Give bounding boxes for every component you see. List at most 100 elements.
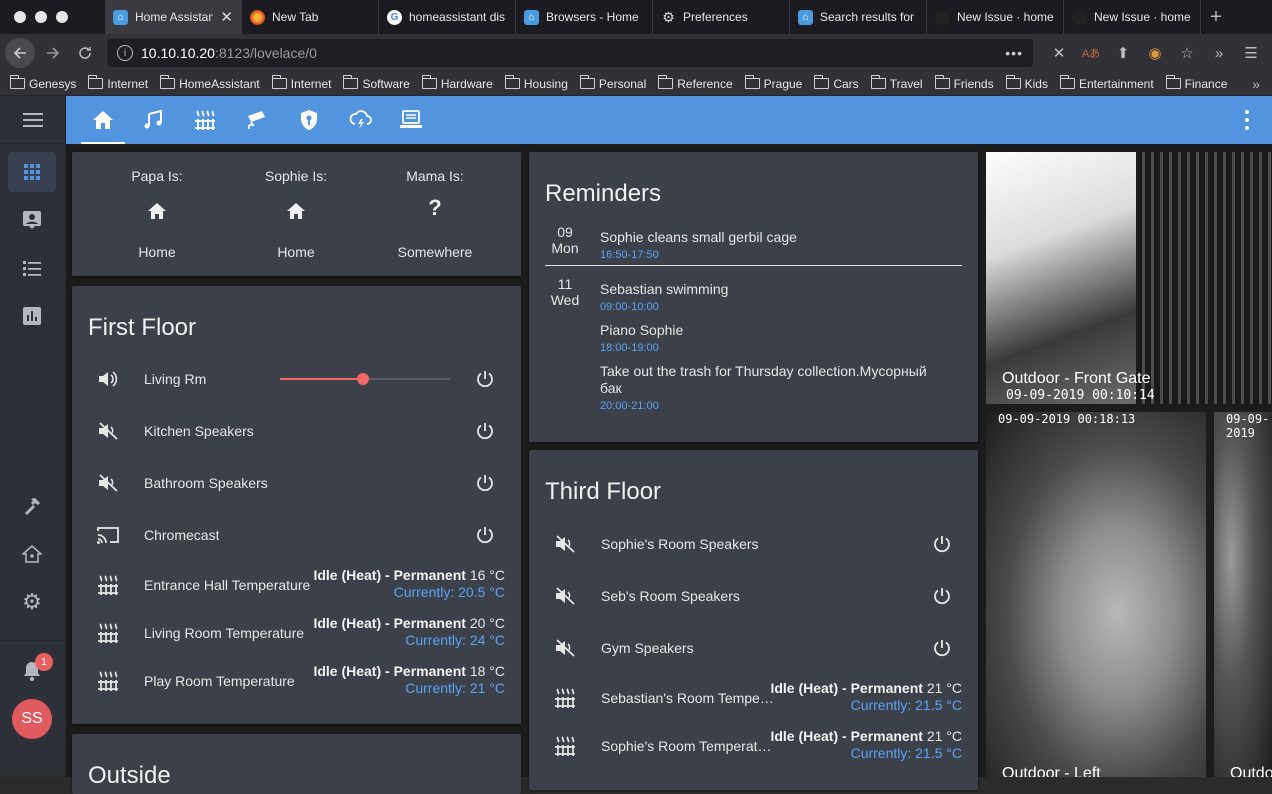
media-row-chromecast[interactable]: Chromecast — [72, 515, 521, 555]
climate-row-play-room[interactable]: Play Room Temperature Idle (Heat) - Perm… — [72, 661, 521, 701]
owl-extension-icon[interactable]: ◉ — [1142, 37, 1168, 69]
music-notes-icon — [144, 110, 162, 129]
menu-icon[interactable]: ☰ — [1238, 37, 1264, 69]
new-tab-button[interactable]: + — [1201, 0, 1231, 34]
star-bookmark-icon[interactable]: ☆ — [1174, 37, 1200, 69]
shield-key-icon — [301, 110, 317, 130]
bookmark-folder[interactable]: Friends — [934, 75, 994, 91]
bookmark-folder[interactable]: HomeAssistant — [160, 75, 260, 91]
bookmark-folder[interactable]: Software — [343, 75, 410, 91]
browser-tab[interactable]: G homeassistant dis — [379, 0, 516, 34]
reminder-event[interactable]: Sophie cleans small gerbil cage 16:50-17… — [600, 229, 950, 264]
power-button[interactable] — [930, 636, 954, 660]
media-row-bathroom[interactable]: Bathroom Speakers — [72, 463, 521, 503]
power-button[interactable] — [473, 419, 497, 443]
bookmark-folder[interactable]: Genesys — [10, 75, 76, 91]
event-title: Sebastian swimming — [600, 281, 729, 297]
zoom-window-button[interactable] — [56, 11, 68, 23]
sidebar-item-logbook[interactable] — [8, 248, 56, 288]
browser-tab[interactable]: ⌂ Search results for — [790, 0, 927, 34]
tab-system[interactable] — [386, 96, 436, 144]
volume-slider[interactable] — [280, 373, 450, 385]
browser-tab[interactable]: ⌂ Home Assistant ✕ — [105, 0, 242, 34]
overflow-chevron-icon[interactable]: » — [1206, 37, 1232, 69]
bookmarks-overflow-icon[interactable]: » — [1252, 76, 1260, 92]
climate-row-living-room[interactable]: Living Room Temperature Idle (Heat) - Pe… — [72, 613, 521, 653]
sidebar-item-developer-tools[interactable] — [8, 486, 56, 526]
climate-target: 21 °C — [926, 680, 962, 696]
power-button[interactable] — [473, 471, 497, 495]
close-icon[interactable]: ✕ — [1046, 37, 1072, 69]
tab-weather[interactable] — [336, 96, 386, 144]
minimize-window-button[interactable] — [35, 11, 47, 23]
bookmark-folder[interactable]: Travel — [870, 75, 923, 91]
folder-icon — [1059, 75, 1075, 89]
sidebar-item-overview[interactable] — [8, 152, 56, 192]
pin-extension-icon[interactable]: ⬆ — [1110, 37, 1136, 69]
browser-tab[interactable]: ⚙ Preferences — [653, 0, 790, 34]
camera-right[interactable]: 09-09-2019 Outdoor — [1214, 412, 1272, 777]
power-button[interactable] — [473, 523, 497, 547]
bookmark-folder[interactable]: Cars — [814, 75, 859, 91]
media-row-sebs-room[interactable]: Seb's Room Speakers — [529, 576, 978, 616]
climate-row-entrance-hall[interactable]: Entrance Hall Temperature Idle (Heat) - … — [72, 565, 521, 605]
power-button[interactable] — [930, 532, 954, 556]
bookmark-folder[interactable]: Personal — [579, 75, 646, 91]
entity-name: Play Room Temperature — [144, 673, 295, 689]
sidebar-item-history[interactable] — [8, 296, 56, 336]
bookmark-folder[interactable]: Internet — [88, 75, 148, 91]
reload-button[interactable] — [69, 37, 101, 69]
bookmark-folder[interactable]: Reference — [658, 75, 733, 91]
tab-cameras[interactable] — [232, 96, 282, 144]
bookmark-folder[interactable]: Prague — [744, 75, 802, 91]
volume-slider-handle[interactable] — [357, 373, 370, 385]
climate-row-sophies-room[interactable]: Sophie's Room Temperat… Idle (Heat) - Pe… — [529, 726, 978, 766]
translate-extension-icon[interactable]: Aあ — [1078, 37, 1104, 69]
media-row-gym[interactable]: Gym Speakers — [529, 628, 978, 668]
close-tab-icon[interactable]: ✕ — [220, 8, 233, 26]
sidebar-item-hacs[interactable] — [8, 534, 56, 574]
address-bar[interactable]: i 10.10.10.20:8123/lovelace/0 ••• — [107, 39, 1033, 67]
camera-front-gate[interactable]: Outdoor - Front Gate 09-09-2019 00:10:14 — [986, 152, 1272, 404]
media-row-sophies-room[interactable]: Sophie's Room Speakers — [529, 524, 978, 564]
camera-fence-texture — [1136, 152, 1272, 404]
page-actions-icon[interactable]: ••• — [1005, 45, 1023, 61]
climate-row-sebastians-room[interactable]: Sebastian's Room Tempe… Idle (Heat) - Pe… — [529, 678, 978, 718]
bookmark-folder[interactable]: Hardware — [421, 75, 493, 91]
browser-tab[interactable]: New Tab — [242, 0, 379, 34]
hamburger-icon — [22, 112, 43, 127]
bookmark-folder[interactable]: Entertainment — [1059, 75, 1154, 91]
reminder-event[interactable]: Sebastian swimming 09:00-10:00 — [600, 281, 950, 316]
site-info-icon[interactable]: i — [117, 45, 133, 61]
tab-music[interactable] — [128, 96, 178, 144]
sidebar-item-configuration[interactable]: ⚙ — [8, 582, 56, 622]
media-row-kitchen[interactable]: Kitchen Speakers — [72, 411, 521, 451]
power-button[interactable] — [473, 367, 497, 391]
user-avatar[interactable]: SS — [12, 699, 52, 739]
tab-home[interactable] — [78, 96, 128, 144]
reminder-event[interactable]: Piano Sophie 18:00-19:00 — [600, 322, 950, 357]
tab-security[interactable] — [284, 96, 334, 144]
close-window-button[interactable] — [14, 11, 26, 23]
power-button[interactable] — [930, 584, 954, 608]
forward-button[interactable] — [37, 37, 69, 69]
reminder-event[interactable]: Take out the trash for Thursday collecti… — [600, 363, 950, 415]
overflow-menu-icon[interactable] — [1244, 110, 1250, 130]
browser-tab[interactable]: New Issue · home — [927, 0, 1064, 34]
browser-toolbar: i 10.10.10.20:8123/lovelace/0 ••• ✕ Aあ ⬆… — [0, 34, 1272, 72]
bookmark-folder[interactable]: Finance — [1165, 75, 1227, 91]
bookmark-folder[interactable]: Internet — [271, 75, 331, 91]
power-icon — [934, 588, 950, 605]
sidebar-item-map[interactable] — [8, 200, 56, 240]
sidebar-notifications[interactable]: 1 — [8, 651, 56, 691]
back-button[interactable] — [5, 38, 35, 68]
sidebar-menu-button[interactable] — [0, 96, 65, 144]
card-title: Third Floor — [545, 478, 662, 505]
tab-heating[interactable] — [180, 96, 230, 144]
bookmark-folder[interactable]: Kids — [1005, 75, 1048, 91]
bookmark-folder[interactable]: Housing — [504, 75, 568, 91]
media-row-living-rm[interactable]: Living Rm — [72, 359, 521, 399]
browser-tab[interactable]: ⌂ Browsers - Home — [516, 0, 653, 34]
browser-tab[interactable]: New Issue · home — [1064, 0, 1201, 34]
camera-left[interactable]: 09-09-2019 00:18:13 Outdoor - Left — [986, 412, 1206, 777]
